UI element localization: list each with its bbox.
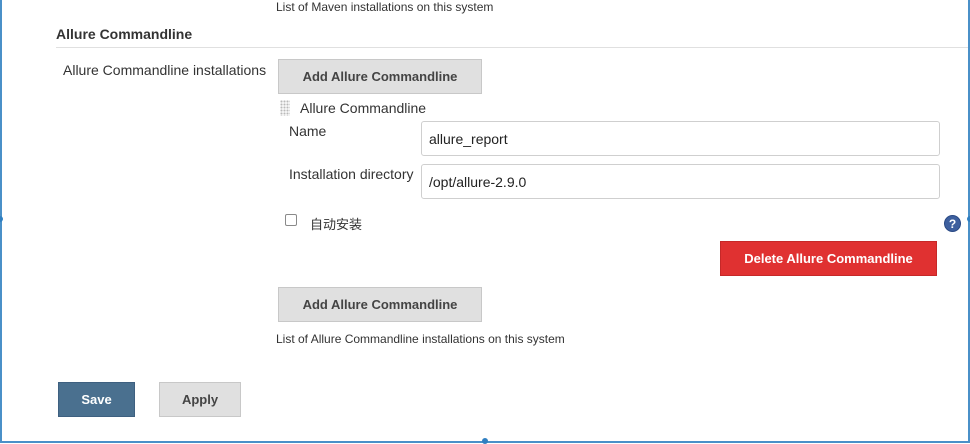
name-label: Name <box>289 123 327 139</box>
resize-handle-left[interactable] <box>0 216 3 222</box>
name-field[interactable] <box>421 121 940 156</box>
section-title: Allure Commandline <box>56 26 193 42</box>
add-allure-commandline-button-bottom[interactable]: Add Allure Commandline <box>278 287 482 322</box>
installation-directory-field[interactable] <box>421 164 940 199</box>
save-button[interactable]: Save <box>58 382 135 417</box>
delete-allure-commandline-button[interactable]: Delete Allure Commandline <box>720 241 937 276</box>
maven-installations-description: List of Maven installations on this syst… <box>276 0 494 14</box>
installations-label: Allure Commandline installations <box>63 62 267 78</box>
apply-button[interactable]: Apply <box>159 382 241 417</box>
help-icon[interactable]: ? <box>944 215 961 232</box>
installation-directory-label: Installation directory <box>289 166 414 182</box>
allure-installations-description: List of Allure Commandline installations… <box>276 332 565 346</box>
resize-handle-bottom[interactable] <box>482 438 488 444</box>
installation-item-title: Allure Commandline <box>300 100 427 116</box>
auto-install-checkbox[interactable] <box>285 214 297 226</box>
auto-install-label: 自动安装 <box>310 218 363 233</box>
add-allure-commandline-button[interactable]: Add Allure Commandline <box>278 59 482 94</box>
drag-handle-icon[interactable] <box>280 100 290 116</box>
section-divider <box>56 47 968 48</box>
